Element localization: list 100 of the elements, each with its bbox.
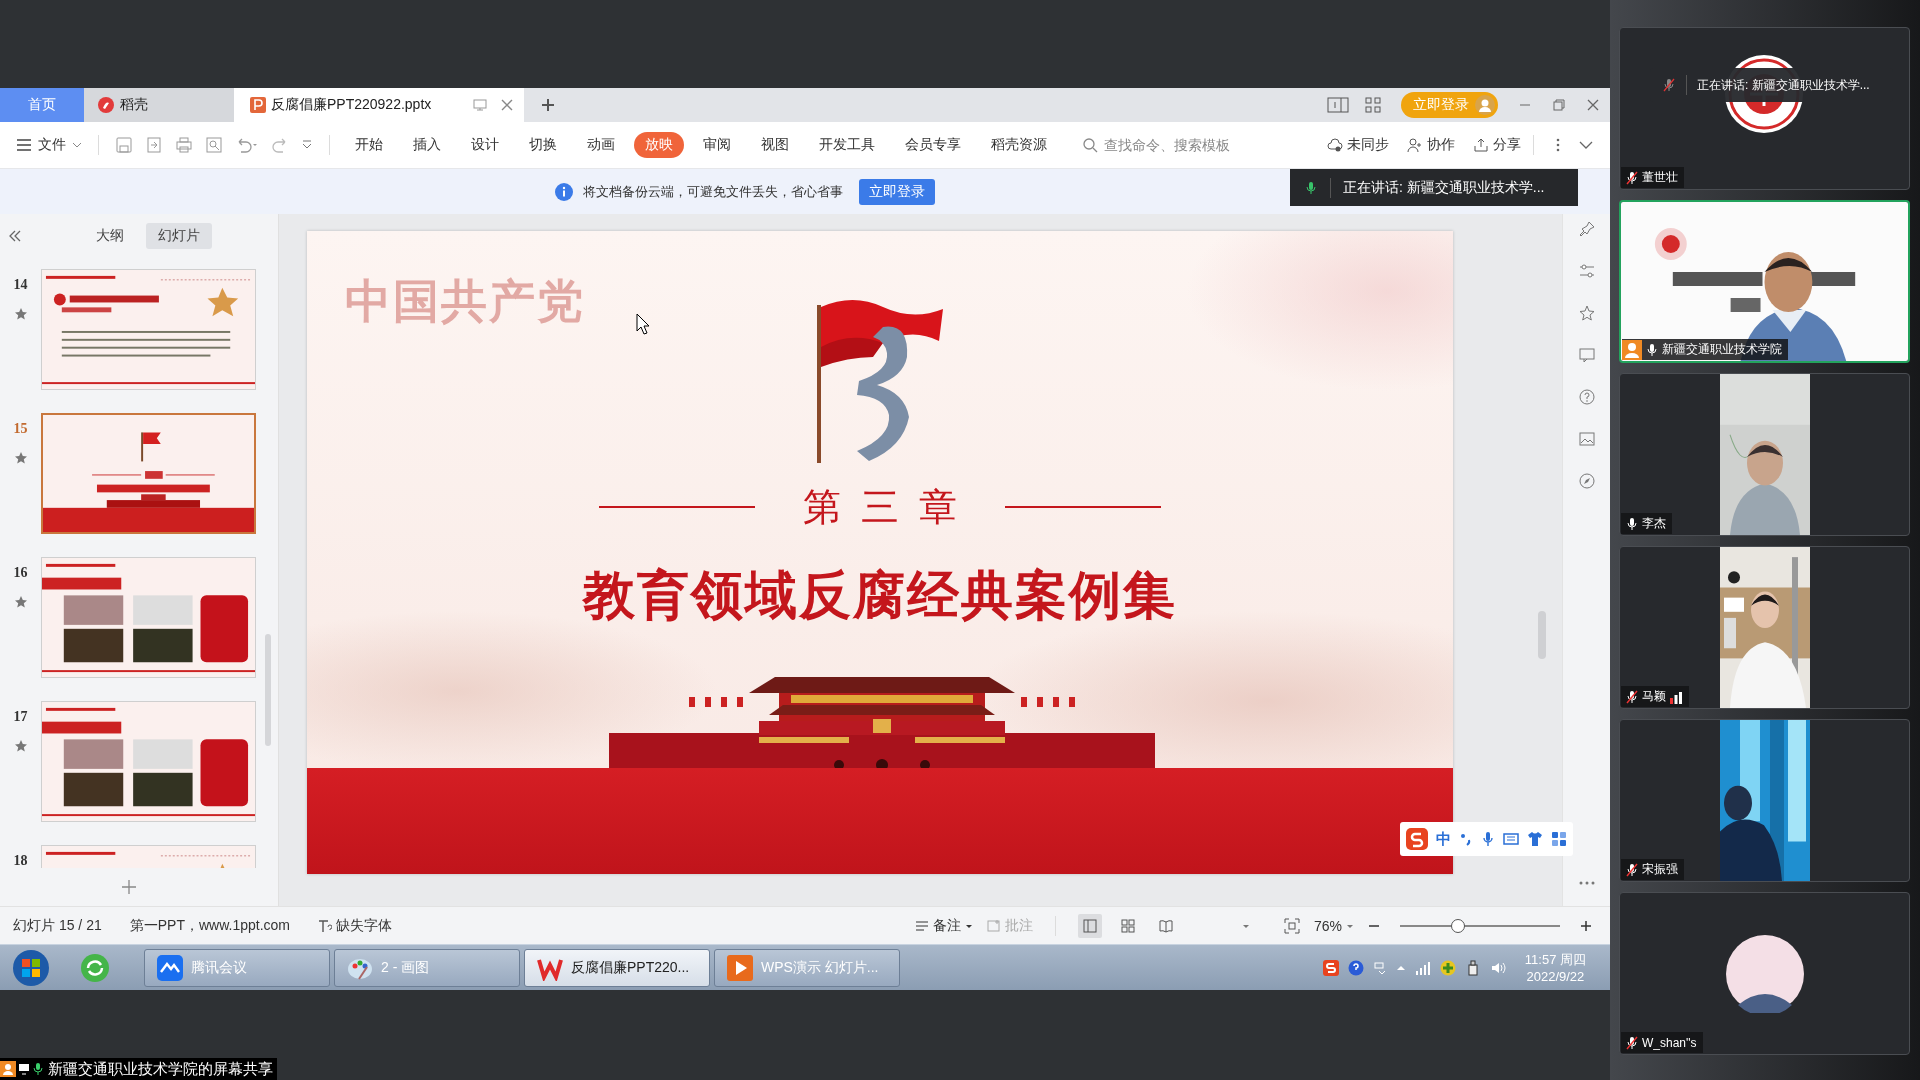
flame-icon — [98, 97, 114, 113]
slide-thumbnail[interactable] — [41, 557, 256, 678]
slide-number: 14 — [13, 277, 28, 293]
ribbon-tab[interactable]: 视图 — [750, 132, 800, 158]
zoom-dropdown[interactable]: 76% — [1313, 917, 1354, 934]
slide-number: 15 — [13, 421, 28, 437]
login-button[interactable]: 立即登录 — [859, 178, 935, 205]
presentation-file-icon — [250, 97, 266, 113]
taskbar-button[interactable]: 反腐倡廉PPT220... — [524, 948, 710, 987]
add-slide-icon[interactable] — [121, 879, 137, 895]
slide-thumbnail[interactable] — [41, 413, 256, 534]
ribbon-tab[interactable]: 开发工具 — [808, 132, 886, 158]
video-tile[interactable]: 宋振强 — [1619, 719, 1910, 882]
plus-shield-icon[interactable] — [1439, 959, 1456, 976]
keyboard-icon[interactable] — [1503, 831, 1519, 847]
slider-thumb[interactable] — [1450, 918, 1465, 933]
start-button[interactable] — [12, 948, 50, 987]
image-icon[interactable] — [1577, 430, 1596, 448]
document-tab[interactable]: 反腐倡廉PPT220922.pptx — [234, 88, 524, 122]
scrollbar-thumb[interactable] — [1538, 611, 1546, 659]
ribbon-tab[interactable]: 设计 — [460, 132, 510, 158]
collaborate-button[interactable]: 协作 — [1407, 136, 1455, 154]
ime-toolbar[interactable]: 中 — [1400, 822, 1573, 856]
close-icon[interactable] — [1586, 98, 1600, 112]
participant-name: 马颖 — [1642, 688, 1666, 705]
video-tile[interactable]: 李杰 — [1619, 373, 1910, 536]
notes-button[interactable]: 备注 — [914, 916, 973, 935]
sliders-icon[interactable] — [1577, 262, 1596, 280]
share-button[interactable]: 分享 — [1473, 136, 1521, 154]
new-tab-icon[interactable] — [540, 97, 556, 113]
ribbon-tab[interactable]: 会员专享 — [894, 132, 972, 158]
fit-window-icon[interactable] — [1283, 917, 1300, 934]
slide-number: 16 — [13, 565, 28, 581]
collapse-panel-icon[interactable] — [8, 229, 22, 243]
zoom-in-icon[interactable] — [1580, 919, 1592, 932]
save-icon[interactable] — [115, 136, 133, 154]
punctuation-icon[interactable] — [1459, 832, 1473, 846]
ribbon-tab[interactable]: 开始 — [344, 132, 394, 158]
participant-name: 李杰 — [1642, 515, 1666, 532]
refresh-icon[interactable] — [80, 952, 110, 983]
ribbon-tab[interactable]: 切换 — [518, 132, 568, 158]
grid-icon[interactable] — [1365, 97, 1381, 113]
star-icon — [13, 307, 28, 321]
video-tile[interactable]: 马颖 — [1619, 546, 1910, 709]
screen-share-icon — [18, 1063, 30, 1075]
slide-thumbnail[interactable] — [41, 701, 256, 822]
file-menu[interactable]: 文件 — [16, 136, 82, 154]
ribbon-tab[interactable]: 审阅 — [692, 132, 742, 158]
ribbon-tab[interactable]: 插入 — [402, 132, 452, 158]
slide-thumbnail[interactable] — [41, 269, 256, 390]
participant-name: 新疆交通职业技术学院 — [1662, 341, 1782, 358]
scrollbar-thumb[interactable] — [265, 634, 271, 746]
ime-logo-icon[interactable] — [1322, 959, 1339, 976]
video-tile[interactable]: W_shan''s — [1619, 892, 1910, 1055]
ribbon-tab[interactable]: 稻壳资源 — [980, 132, 1058, 158]
window-icon[interactable] — [1372, 960, 1387, 975]
microphone-icon[interactable] — [1481, 832, 1495, 846]
muted-microphone-icon — [1662, 78, 1676, 92]
cloud-icon — [1327, 137, 1343, 153]
missing-fonts-button[interactable]: 缺失字体 — [317, 916, 392, 935]
ribbon-tab[interactable]: 动画 — [576, 132, 626, 158]
close-icon[interactable] — [500, 98, 514, 112]
star-icon[interactable] — [1577, 304, 1596, 322]
help-icon[interactable] — [1347, 959, 1364, 976]
panel-tab[interactable]: 幻灯片 — [146, 223, 212, 249]
user-avatar-icon — [1475, 95, 1495, 115]
panel-tab[interactable]: 大纲 — [84, 223, 136, 249]
watermark-text: 中国共产党 — [345, 274, 585, 329]
normal-view-icon — [1082, 918, 1097, 933]
meeting-app-icon — [157, 954, 183, 981]
share-icon — [1473, 137, 1489, 153]
search-icon — [1082, 137, 1098, 153]
video-tile[interactable]: 新疆交通职业技术学院 — [1619, 200, 1910, 363]
info-icon — [555, 182, 573, 201]
notes-icon — [914, 918, 929, 933]
app-tab[interactable]: 稻壳 — [84, 88, 234, 122]
export-icon[interactable] — [145, 136, 163, 154]
help-icon[interactable] — [1577, 388, 1596, 406]
sync-button[interactable]: 未同步 — [1327, 136, 1389, 154]
shirt-icon[interactable] — [1527, 831, 1543, 847]
video-tile[interactable]: 正在讲话: 新疆交通职业技术学... 董世壮 — [1619, 27, 1910, 190]
pin-icon[interactable] — [1577, 220, 1596, 238]
preview-icon[interactable] — [205, 136, 223, 154]
print-icon[interactable] — [175, 136, 193, 154]
restore-icon[interactable] — [1552, 98, 1566, 112]
search-field[interactable]: 查找命令、搜索模板 — [1082, 136, 1257, 154]
star-icon — [13, 451, 28, 465]
normal-view-button[interactable] — [1077, 913, 1102, 938]
compass-icon[interactable] — [1577, 472, 1596, 490]
speaking-text: 正在讲话: 新疆交通职业技术学... — [1343, 178, 1545, 197]
dropdown-icon[interactable] — [301, 139, 313, 151]
network-signal-icon[interactable] — [1414, 959, 1431, 976]
book-icon — [1158, 918, 1173, 933]
monitor-icon[interactable] — [473, 98, 487, 112]
comment-icon[interactable] — [1577, 346, 1596, 364]
layout-icon[interactable] — [1327, 94, 1349, 116]
apps-icon[interactable] — [1551, 831, 1567, 847]
ime-logo-icon — [1406, 828, 1428, 850]
input-language[interactable]: 中 — [1436, 829, 1451, 849]
slide-title: 教育领域反腐经典案例集 — [583, 566, 1177, 626]
